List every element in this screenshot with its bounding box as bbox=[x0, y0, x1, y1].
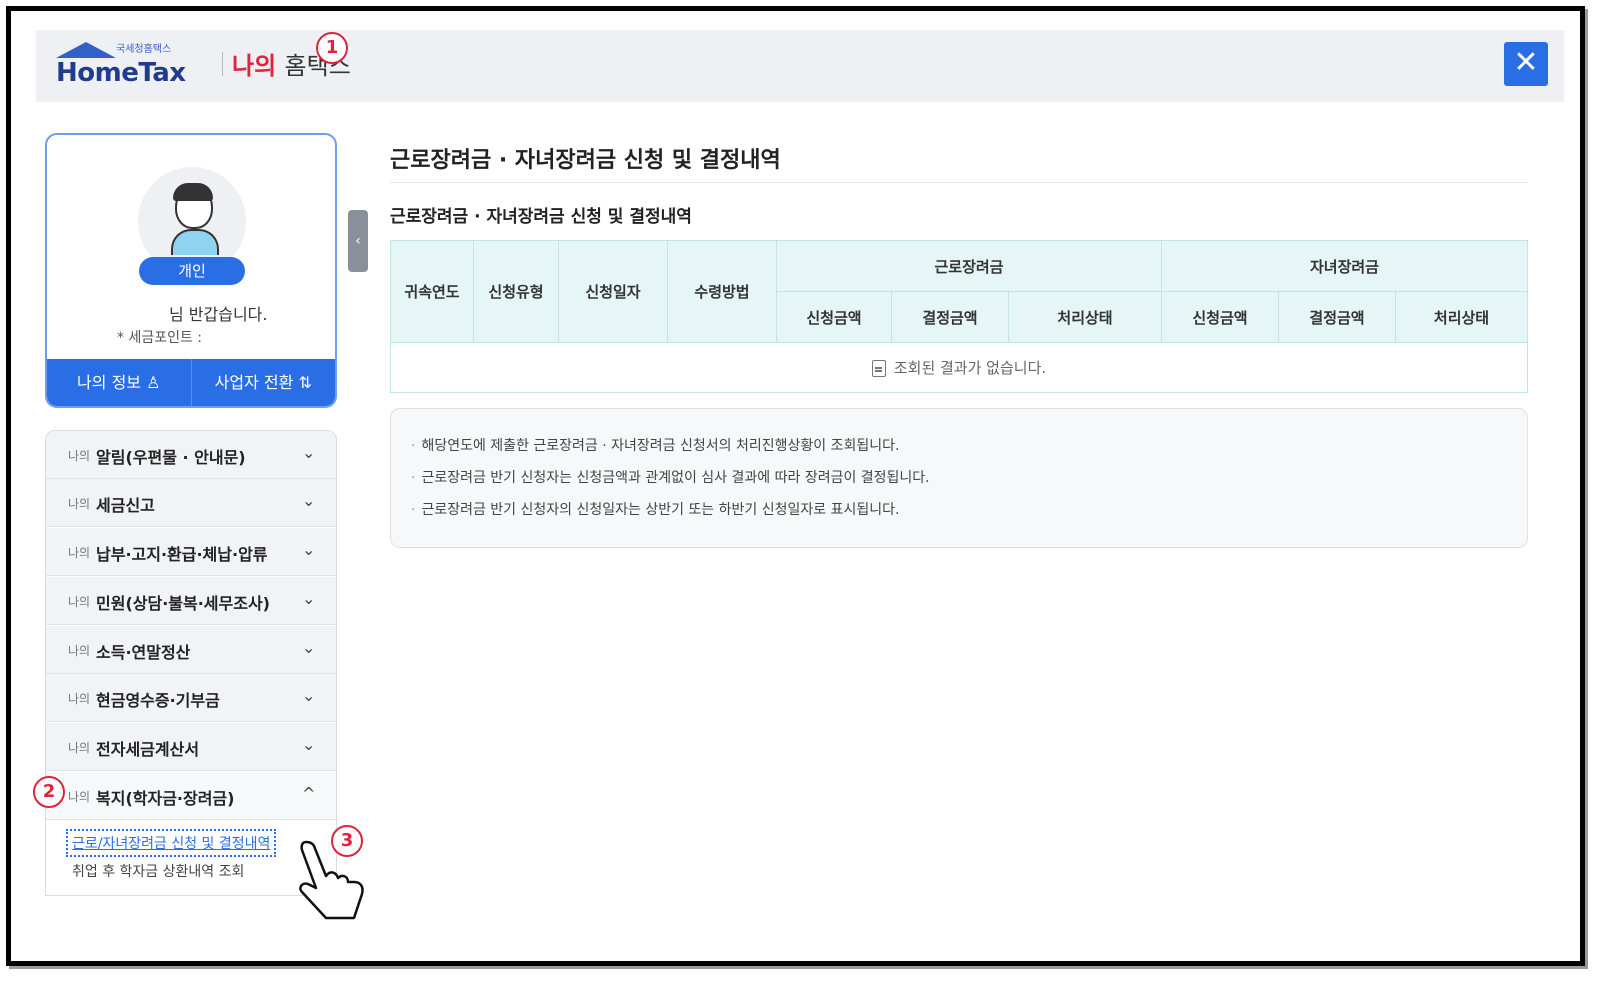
column-header: 결정금액 bbox=[891, 291, 1009, 343]
chevron-down-icon: ⌄ bbox=[302, 540, 316, 559]
notice-item: · 근로장려금 반기 신청자는 신청금액과 관계없이 심사 결과에 따라 장려금이… bbox=[411, 470, 930, 486]
header-bar: 국세청홈택스 HomeTax 나의 홈택스 bbox=[36, 30, 1564, 102]
logo-subtitle: 국세청홈택스 bbox=[116, 44, 172, 55]
sidebar-item-e-invoice[interactable]: 나의 전자세금계산서 ⌄ bbox=[46, 723, 336, 771]
column-header: 신청금액 bbox=[776, 291, 892, 343]
sidebar-item-label: 현금영수증·기부금 bbox=[96, 691, 220, 710]
chevron-down-icon: ⌄ bbox=[302, 589, 316, 608]
sidebar-item-prefix: 나의 bbox=[68, 546, 91, 560]
switch-business-button[interactable]: 사업자 전환 ⇅ bbox=[190, 359, 336, 406]
column-header: 신청금액 bbox=[1161, 291, 1279, 343]
notice-item: · 해당연도에 제출한 근로장려금 · 자녀장려금 신청서의 처리진행상황이 조회… bbox=[411, 438, 900, 454]
notice-box: · 해당연도에 제출한 근로장려금 · 자녀장려금 신청서의 처리진행상황이 조회… bbox=[390, 408, 1528, 548]
chevron-down-icon: ⌄ bbox=[302, 638, 316, 657]
brand-title-accent: 나의 bbox=[232, 52, 277, 80]
column-group-header: 자녀장려금 bbox=[1161, 240, 1528, 292]
hometax-logo[interactable]: 국세청홈택스 HomeTax bbox=[46, 40, 186, 92]
sidebar-item-prefix: 나의 bbox=[68, 692, 91, 706]
column-header: 수령방법 bbox=[667, 240, 777, 343]
sidebar-item-prefix: 나의 bbox=[68, 741, 91, 755]
sidebar-item-prefix: 나의 bbox=[68, 790, 91, 804]
chevron-down-icon: ⌄ bbox=[302, 491, 316, 510]
my-info-button[interactable]: 나의 정보 ♙ bbox=[47, 359, 191, 406]
notice-text: 해당연도에 제출한 근로장려금 · 자녀장려금 신청서의 처리진행상황이 조회됩… bbox=[421, 438, 900, 454]
sidebar-item-prefix: 나의 bbox=[68, 497, 91, 511]
sidebar-item-civil-affairs[interactable]: 나의 민원(상담·불복·세무조사) ⌄ bbox=[46, 577, 336, 625]
column-header: 처리상태 bbox=[1395, 291, 1528, 343]
column-header: 신청일자 bbox=[558, 240, 668, 343]
sidebar-item-label: 민원(상담·불복·세무조사) bbox=[96, 594, 270, 613]
step-badge-1: 1 bbox=[316, 32, 348, 64]
pointer-hand-icon bbox=[299, 840, 364, 920]
page-title: 근로장려금 · 자녀장려금 신청 및 결정내역 bbox=[390, 148, 781, 173]
sidebar-item-prefix: 나의 bbox=[68, 644, 91, 658]
column-header: 귀속연도 bbox=[390, 240, 474, 343]
sidebar-item-income[interactable]: 나의 소득·연말정산 ⌄ bbox=[46, 626, 336, 674]
sidebar-item-prefix: 나의 bbox=[68, 449, 91, 463]
column-header: 결정금액 bbox=[1278, 291, 1396, 343]
empty-message: 조회된 결과가 없습니다. bbox=[893, 359, 1047, 377]
profile-actions: 나의 정보 ♙ 사업자 전환 ⇅ bbox=[47, 359, 336, 406]
logo-divider bbox=[222, 52, 223, 76]
chevron-up-icon: ^ bbox=[302, 784, 316, 803]
sidebar-menu: 나의 알림(우편물 · 안내문) ⌄ 나의 세금신고 ⌄ 나의 납부·고지·환급… bbox=[45, 430, 337, 896]
section-title: 근로장려금 · 자녀장려금 신청 및 결정내역 bbox=[390, 207, 692, 227]
sidebar-collapse-handle[interactable]: ‹ bbox=[348, 210, 368, 272]
sidebar-item-label: 세금신고 bbox=[96, 496, 155, 515]
tax-points-label: * 세금포인트 : bbox=[117, 330, 203, 346]
house-roof-icon bbox=[56, 42, 116, 58]
close-button[interactable]: ✕ bbox=[1504, 42, 1548, 86]
sidebar-item-cash-receipts[interactable]: 나의 현금영수증·기부금 ⌄ bbox=[46, 674, 336, 722]
results-table: 귀속연도 신청유형 신청일자 수령방법 근로장려금 자녀장려금 신청금액 결정금… bbox=[390, 240, 1528, 393]
chevron-down-icon: ⌄ bbox=[302, 443, 316, 462]
switch-business-label: 사업자 전환 bbox=[214, 373, 294, 392]
sidebar-item-label: 소득·연말정산 bbox=[96, 643, 191, 662]
person-icon: ♙ bbox=[146, 373, 161, 392]
sidebar-item-prefix: 나의 bbox=[68, 595, 91, 609]
step-badge-2: 2 bbox=[33, 776, 65, 808]
avatar-hair-icon bbox=[173, 183, 213, 201]
sub-item-earned-income-credit[interactable]: 근로/자녀장려금 신청 및 결정내역 bbox=[65, 829, 277, 857]
sidebar-item-label: 복지(학자금·장려금) bbox=[96, 789, 235, 808]
my-info-label: 나의 정보 bbox=[77, 373, 142, 392]
user-type-badge: 개인 bbox=[139, 257, 245, 285]
notice-text: 근로장려금 반기 신청자의 신청일자는 상반기 또는 하반기 신청일자로 표시됩… bbox=[421, 502, 900, 518]
greeting-text: 님 반갑습니다. bbox=[169, 305, 268, 324]
sidebar-item-label: 알림(우편물 · 안내문) bbox=[96, 448, 246, 467]
sidebar-item-label: 납부·고지·환급·체납·압류 bbox=[96, 545, 268, 564]
sidebar-item-notifications[interactable]: 나의 알림(우편물 · 안내문) ⌄ bbox=[46, 431, 336, 479]
sidebar-item-payment[interactable]: 나의 납부·고지·환급·체납·압류 ⌄ bbox=[46, 528, 336, 576]
title-divider bbox=[390, 182, 1528, 183]
notice-text: 근로장려금 반기 신청자는 신청금액과 관계없이 심사 결과에 따라 장려금이 … bbox=[421, 470, 930, 486]
chevron-down-icon: ⌄ bbox=[302, 735, 316, 754]
sub-item-student-loan-repayment[interactable]: 취업 후 학자금 상환내역 조회 bbox=[72, 861, 244, 881]
logo-text: HomeTax bbox=[56, 58, 186, 88]
sidebar-item-label: 전자세금계산서 bbox=[96, 740, 200, 759]
profile-card: 개인 님 반갑습니다. * 세금포인트 : 나의 정보 ♙ 사업자 전환 ⇅ bbox=[45, 133, 337, 408]
column-header: 처리상태 bbox=[1008, 291, 1162, 343]
sidebar-item-tax-filing[interactable]: 나의 세금신고 ⌄ bbox=[46, 479, 336, 527]
document-icon bbox=[871, 360, 886, 377]
notice-item: · 근로장려금 반기 신청자의 신청일자는 상반기 또는 하반기 신청일자로 표시… bbox=[411, 502, 900, 518]
avatar-body-icon bbox=[171, 229, 219, 255]
empty-row: 조회된 결과가 없습니다. bbox=[390, 342, 1528, 393]
column-group-header: 근로장려금 bbox=[776, 240, 1162, 292]
chevron-down-icon: ⌄ bbox=[302, 686, 316, 705]
sidebar-item-welfare[interactable]: 나의 복지(학자금·장려금) ^ bbox=[46, 772, 336, 820]
swap-arrows-icon: ⇅ bbox=[298, 373, 312, 392]
column-header: 신청유형 bbox=[473, 240, 559, 343]
